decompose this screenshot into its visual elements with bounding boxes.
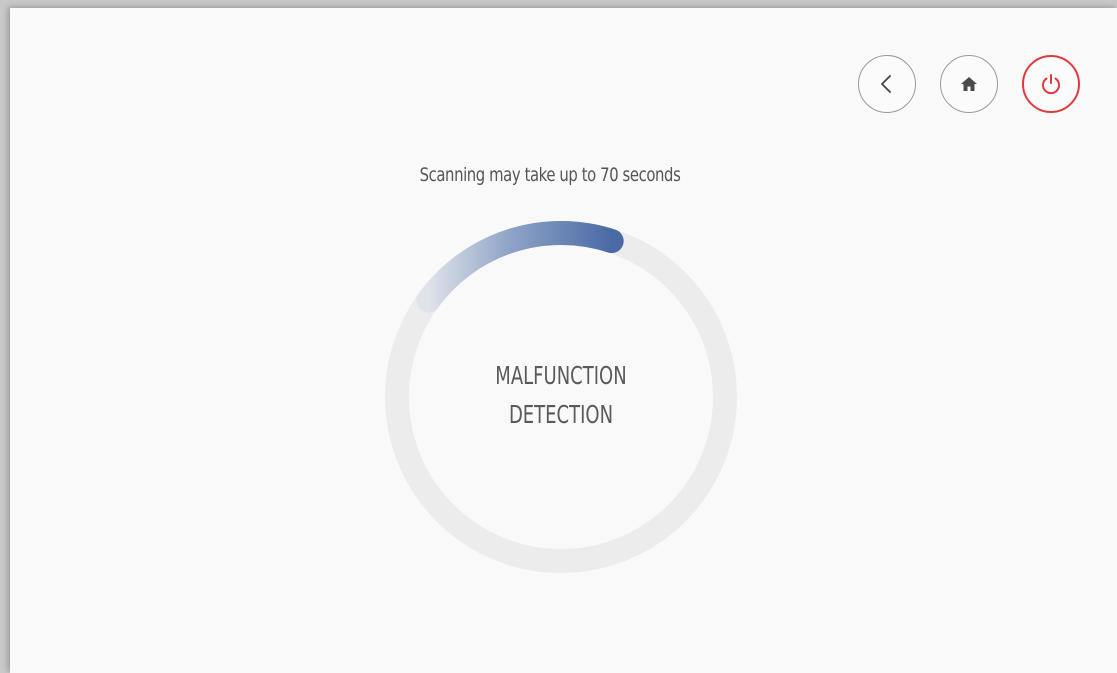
scan-progress-ring: MALFUNCTION DETECTION: [375, 211, 747, 583]
mode-title: MALFUNCTION DETECTION: [427, 356, 695, 434]
progress-arc: [416, 221, 624, 313]
chevron-left-icon: [881, 75, 891, 93]
scan-duration-note: Scanning may take up to 70 seconds: [419, 164, 681, 186]
mode-title-line1: MALFUNCTION: [495, 361, 627, 390]
top-toolbar: [858, 55, 1080, 113]
mode-title-line2: DETECTION: [508, 400, 614, 429]
power-button[interactable]: [1022, 55, 1080, 113]
app-screen: Scanning may take up to 70 seconds MALFU…: [10, 8, 1117, 673]
home-icon: [961, 77, 977, 91]
power-icon: [1042, 74, 1060, 95]
home-button[interactable]: [940, 55, 998, 113]
back-button[interactable]: [858, 55, 916, 113]
